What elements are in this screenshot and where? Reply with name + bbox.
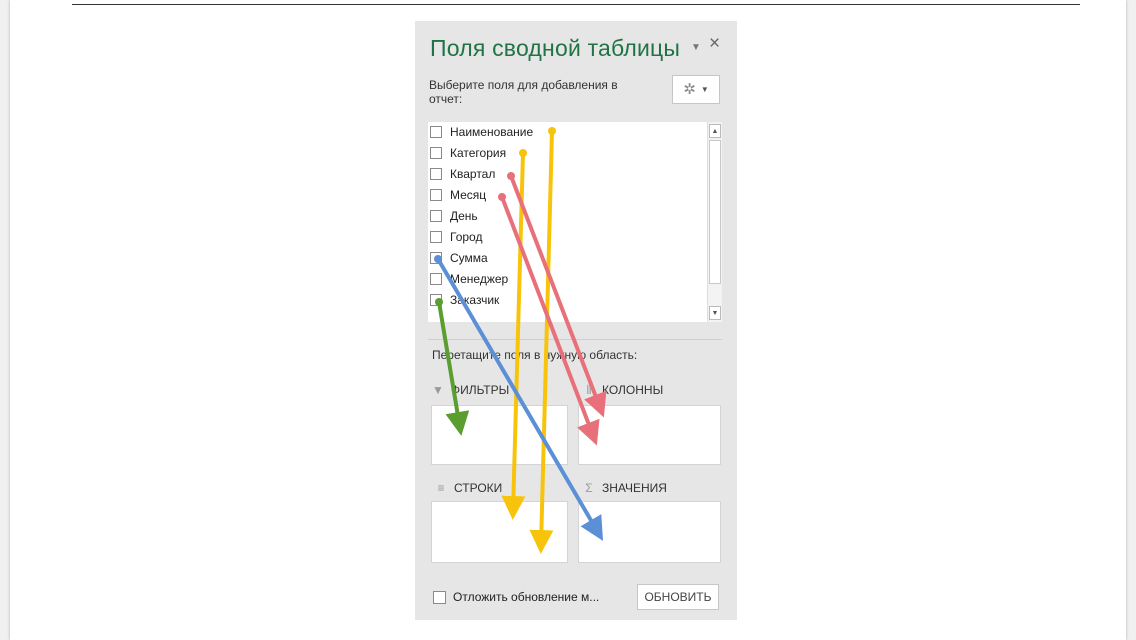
field-item-customer[interactable]: Заказчик [430, 290, 499, 310]
field-item-amount[interactable]: Сумма [430, 248, 488, 268]
scroll-up-icon[interactable]: ▲ [709, 124, 721, 138]
field-checkbox[interactable] [430, 252, 442, 264]
update-button[interactable]: ОБНОВИТЬ [637, 584, 719, 610]
field-label: Сумма [450, 251, 488, 265]
field-checkbox[interactable] [430, 168, 442, 180]
pane-title: Поля сводной таблицы [430, 35, 681, 61]
defer-update-checkbox[interactable] [433, 591, 446, 604]
values-drop-zone[interactable] [578, 501, 721, 563]
scroll-thumb[interactable] [709, 140, 721, 284]
field-item-city[interactable]: Город [430, 227, 482, 247]
sigma-icon: Σ [585, 481, 593, 495]
field-list-scrollbar[interactable]: ▲ ▼ [707, 122, 722, 322]
scroll-down-icon[interactable]: ▼ [709, 306, 721, 320]
field-label: Город [450, 230, 483, 244]
field-checkbox[interactable] [430, 231, 442, 243]
filters-label: ФИЛЬТРЫ [451, 383, 510, 397]
field-checkbox[interactable] [430, 273, 442, 285]
gear-icon: ✲ [683, 81, 696, 98]
field-label: Категория [450, 146, 507, 160]
field-checkbox[interactable] [430, 189, 442, 201]
rows-icon: ≡ [437, 481, 445, 495]
field-checkbox[interactable] [430, 294, 442, 306]
filters-area-label: ▼ ФИЛЬТРЫ [432, 382, 509, 398]
field-item-quarter[interactable]: Квартал [430, 164, 495, 184]
pivot-field-pane: Поля сводной таблицы ▼ × Выберите поля д… [415, 21, 737, 620]
field-checkbox[interactable] [430, 210, 442, 222]
columns-label: КОЛОННЫ [602, 383, 664, 397]
filters-drop-zone[interactable] [431, 405, 568, 465]
tools-button[interactable]: ✲ ▼ [672, 75, 720, 104]
page-top-rule [72, 4, 1080, 5]
field-item-month[interactable]: Месяц [430, 185, 486, 205]
columns-area-label: ⦀ КОЛОННЫ [583, 382, 663, 398]
close-icon[interactable]: × [709, 34, 720, 54]
field-item-category[interactable]: Категория [430, 143, 506, 163]
columns-drop-zone[interactable] [578, 405, 721, 465]
field-item-name[interactable]: Наименование [430, 122, 533, 142]
values-area-label: Σ ЗНАЧЕНИЯ [583, 480, 667, 496]
field-label: Месяц [450, 188, 487, 202]
rows-drop-zone[interactable] [431, 501, 568, 563]
drag-fields-label: Перетащите поля в нужную область: [432, 348, 638, 362]
chevron-down-icon: ▼ [700, 85, 709, 94]
field-list: Наименование Категория Квартал Месяц Ден… [428, 122, 722, 322]
dropdown-caret-icon[interactable]: ▼ [691, 42, 701, 53]
field-checkbox[interactable] [430, 126, 442, 138]
filter-icon: ▼ [432, 383, 444, 397]
field-label: Наименование [450, 125, 534, 139]
field-item-manager[interactable]: Менеджер [430, 269, 508, 289]
field-label: Квартал [450, 167, 496, 181]
field-checkbox[interactable] [430, 147, 442, 159]
section-divider [428, 339, 722, 340]
field-item-day[interactable]: День [430, 206, 478, 226]
columns-icon: ⦀ [586, 382, 592, 397]
field-label: День [450, 209, 478, 223]
field-label: Заказчик [450, 293, 500, 307]
values-label: ЗНАЧЕНИЯ [602, 481, 667, 495]
choose-fields-label: Выберите поля для добавления в отчет: [429, 78, 618, 106]
rows-label: СТРОКИ [454, 481, 503, 495]
defer-update-label: Отложить обновление м... [453, 590, 600, 604]
field-label: Менеджер [450, 272, 509, 286]
rows-area-label: ≡ СТРОКИ [435, 480, 502, 496]
